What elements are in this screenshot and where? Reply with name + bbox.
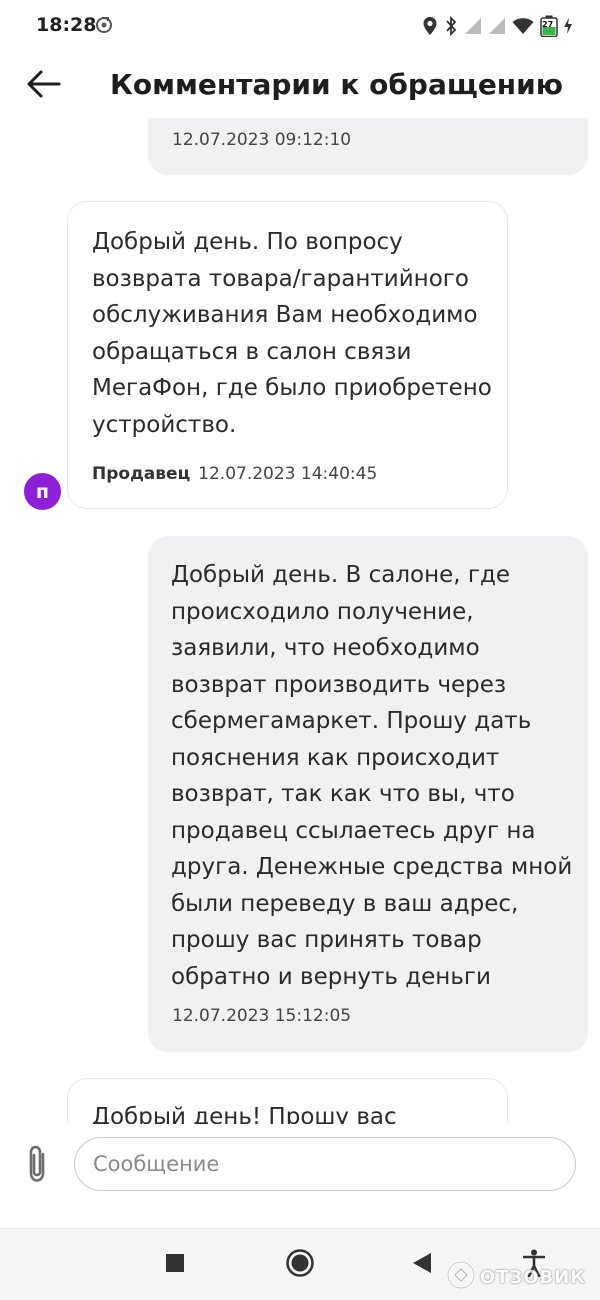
avatar: п [24, 473, 61, 510]
message-line: возврата товара/гарантийного [92, 265, 469, 292]
message-line: возврат, так как что вы, что [171, 781, 515, 807]
message-timestamp: 12.07.2023 09:12:10 [172, 130, 352, 150]
arrow-left-icon [27, 70, 61, 102]
message-line: заявили, что необходимо [171, 635, 480, 661]
signal-icon-1 [464, 17, 482, 35]
chat-thread[interactable]: 12.07.2023 09:12:10 Добрый день. По вопр… [0, 118, 600, 1124]
square-icon [165, 1253, 185, 1277]
message-text: Добрый день! Прошу вас [92, 1099, 397, 1124]
app-header: Комментарии к обращению [0, 52, 600, 118]
message-timestamp: 12.07.2023 15:12:05 [172, 1006, 352, 1026]
message-line: происходило получение, [171, 598, 474, 625]
message-line: обратно и вернуть деньги [171, 963, 491, 990]
message-line: устройство. [92, 411, 237, 438]
location-icon [422, 16, 438, 36]
message-bubble-user: Добрый день. В салоне, где происходило п… [148, 536, 588, 1052]
message-line: друга. Денежные средства мной [171, 854, 573, 880]
message-line: Добрый день. В салоне, где [171, 562, 511, 588]
message-text: Добрый день. По вопросу возврата товара/… [92, 224, 492, 443]
back-button[interactable] [24, 66, 64, 106]
message-author: Продавец [92, 464, 191, 484]
nav-home-button[interactable] [282, 1247, 318, 1283]
composer-bar [0, 1124, 600, 1228]
message-line: обращаться в салон связи [92, 338, 412, 365]
paperclip-icon [23, 1144, 51, 1188]
message-text: Добрый день. В салоне, где происходило п… [171, 557, 572, 995]
message-line: сбермегамаркет. Прошу дать [171, 708, 532, 734]
triangle-left-icon [412, 1252, 432, 1278]
message-line: обслуживания Вам необходимо [92, 302, 478, 328]
battery-icon: 27 [540, 15, 558, 37]
page-title: Комментарии к обращению [110, 68, 563, 101]
message-bubble-user: 12.07.2023 09:12:10 [148, 118, 588, 175]
message-input[interactable] [74, 1137, 576, 1191]
status-time: 18:28 [36, 14, 97, 36]
message-line: Добрый день. По вопросу [92, 229, 403, 255]
message-line: пояснения как происходит [171, 744, 500, 771]
watermark-logo-icon [446, 1260, 476, 1294]
message-line: прошу вас принять товар [171, 927, 482, 953]
watermark: ОТЗОВИК [446, 1260, 586, 1294]
nav-recents-button[interactable] [157, 1247, 193, 1283]
message-line: МегаФон, где было приобретено [92, 375, 492, 401]
message-line: возврат производить через [171, 671, 507, 698]
status-icons: 27 [422, 14, 572, 38]
message-timestamp: 12.07.2023 14:40:45 [198, 464, 378, 484]
message-line: были переведу в ваш адрес, [171, 890, 519, 917]
attach-button[interactable] [20, 1144, 54, 1188]
watermark-text: ОТЗОВИК [479, 1266, 586, 1288]
message-line: Добрый день! Прошу вас [92, 1104, 397, 1124]
message-meta: Продавец 12.07.2023 14:40:45 [92, 464, 377, 484]
bluetooth-icon [444, 16, 458, 36]
message-bubble-seller: Добрый день. По вопросу возврата товара/… [67, 201, 508, 509]
battery-level: 27 [542, 20, 554, 29]
sync-icon [95, 16, 113, 34]
status-bar: 18:28 27 [0, 0, 600, 52]
circle-icon [285, 1248, 315, 1282]
signal-icon-2 [488, 17, 506, 35]
nav-back-button[interactable] [404, 1247, 440, 1283]
charging-icon [564, 18, 572, 34]
wifi-icon [512, 17, 534, 35]
message-line: продавец ссылаетесь друг на [171, 817, 536, 844]
message-bubble-seller: Добрый день! Прошу вас [67, 1078, 508, 1124]
